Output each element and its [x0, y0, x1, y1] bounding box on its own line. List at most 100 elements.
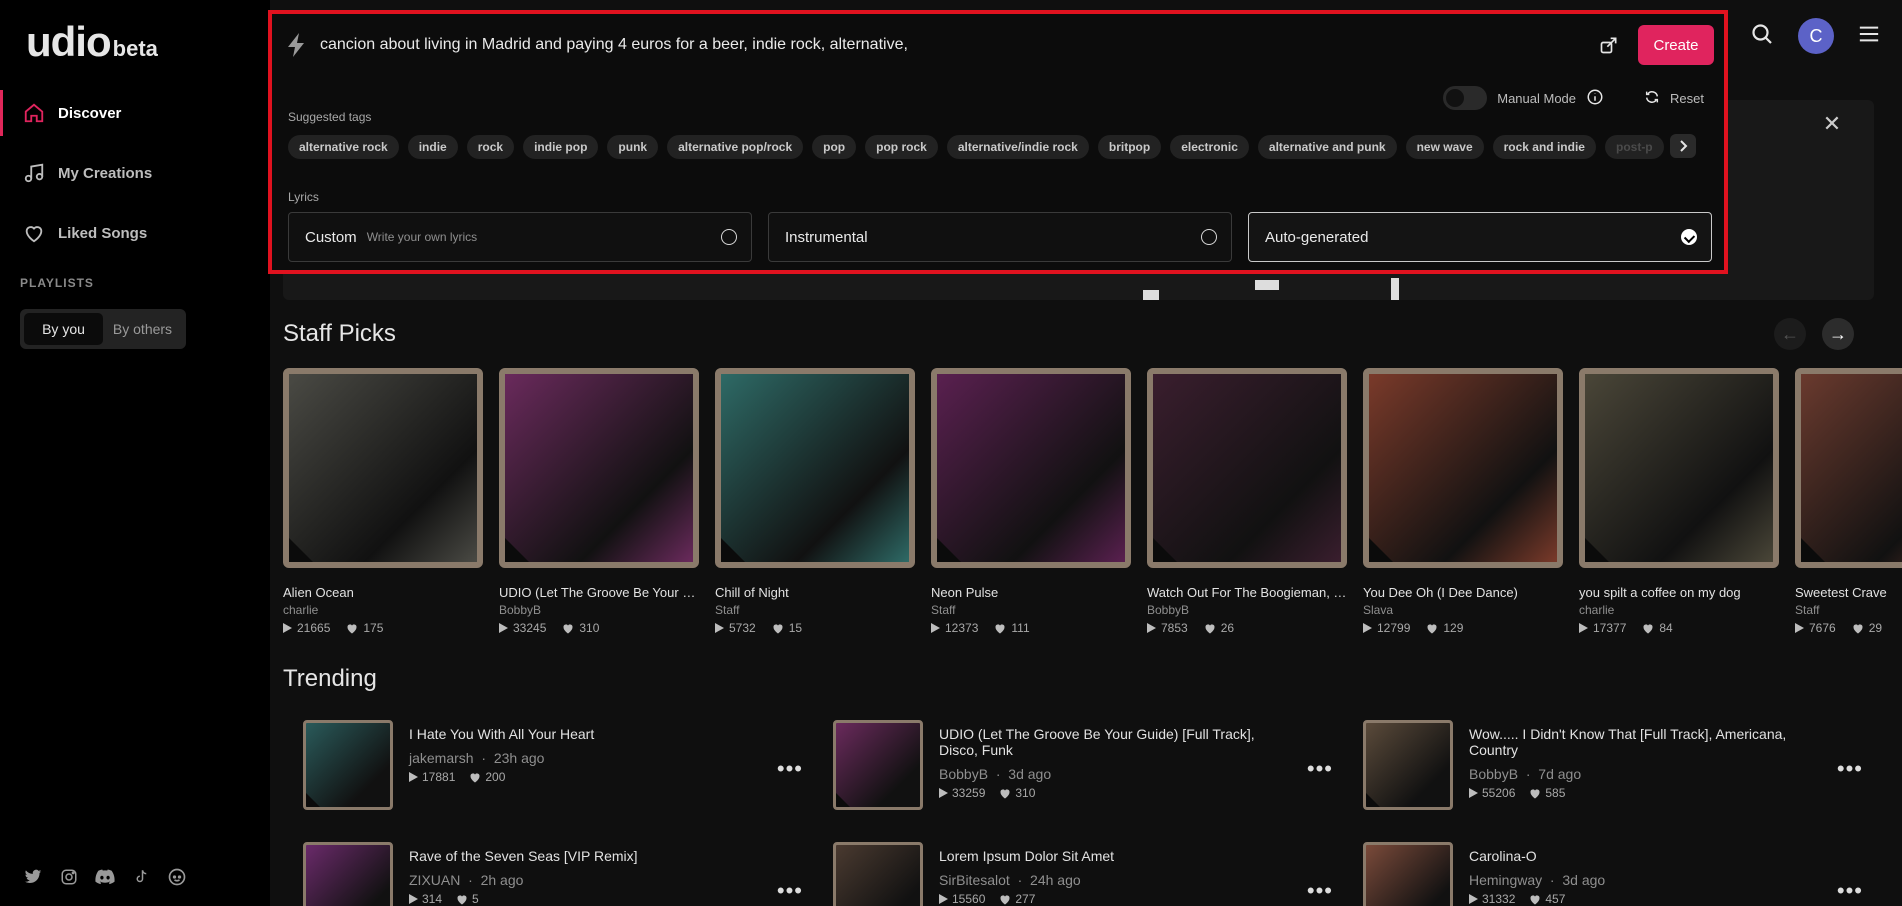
cover-art[interactable]: [931, 368, 1131, 568]
song-title[interactable]: Lorem Ipsum Dolor Sit Amet: [939, 848, 1269, 864]
reddit-icon[interactable]: [166, 866, 188, 888]
song-title[interactable]: Rave of the Seven Seas [VIP Remix]: [409, 848, 739, 864]
song-title[interactable]: you spilt a coffee on my dog: [1579, 585, 1779, 600]
trending-row[interactable]: Wow..... I Didn't Know That [Full Track]…: [1363, 720, 1863, 810]
song-title[interactable]: You Dee Oh (I Dee Dance): [1363, 585, 1563, 600]
more-options-icon[interactable]: •••: [1837, 878, 1863, 904]
more-options-icon[interactable]: •••: [777, 878, 803, 904]
chevron-right-icon[interactable]: [1670, 134, 1696, 158]
song-card[interactable]: Alien Ocean charlie 21665 175: [283, 368, 483, 635]
lyrics-option-auto-generated[interactable]: Auto-generated: [1248, 212, 1712, 262]
song-title[interactable]: Sweetest Crave: [1795, 585, 1902, 600]
tag-chip[interactable]: indie: [407, 135, 458, 159]
artist-name[interactable]: BobbyB: [939, 766, 988, 782]
cover-art[interactable]: [1363, 368, 1563, 568]
filter-by-others[interactable]: By others: [103, 313, 182, 345]
sidebar-item-liked-songs[interactable]: Liked Songs: [0, 210, 268, 256]
avatar[interactable]: C: [1798, 18, 1834, 54]
udio-logo[interactable]: udio beta: [26, 18, 158, 66]
tag-chip[interactable]: rock and indie: [1492, 135, 1596, 159]
manual-mode-toggle[interactable]: [1443, 86, 1488, 110]
share-icon[interactable]: [1596, 32, 1622, 58]
artist-name[interactable]: Slava: [1363, 603, 1563, 617]
more-options-icon[interactable]: •••: [777, 756, 803, 782]
tag-chip[interactable]: alternative rock: [288, 135, 399, 159]
song-title[interactable]: Watch Out For The Boogieman, Boogieman: [1147, 585, 1347, 600]
close-icon[interactable]: ✕: [1820, 112, 1844, 136]
song-card[interactable]: Watch Out For The Boogieman, Boogieman Bo…: [1147, 368, 1347, 635]
trending-row[interactable]: Lorem Ipsum Dolor Sit Amet SirBitesalot ·…: [833, 842, 1333, 906]
song-title[interactable]: UDIO (Let The Groove Be Your Guide) [Ful…: [939, 726, 1269, 758]
song-card[interactable]: You Dee Oh (I Dee Dance) Slava 12799 129: [1363, 368, 1563, 635]
artist-name[interactable]: Staff: [1795, 603, 1902, 617]
tag-chip[interactable]: pop rock: [865, 135, 938, 159]
artist-name[interactable]: Hemingway: [1469, 872, 1542, 888]
sidebar-item-my-creations[interactable]: My Creations: [0, 150, 268, 196]
song-title[interactable]: Carolina-O: [1469, 848, 1799, 864]
trending-row[interactable]: UDIO (Let The Groove Be Your Guide) [Ful…: [833, 720, 1333, 810]
artist-name[interactable]: BobbyB: [1147, 603, 1347, 617]
tag-chip[interactable]: new wave: [1405, 135, 1484, 159]
menu-icon[interactable]: [1858, 24, 1880, 49]
arrow-right-icon[interactable]: →: [1822, 318, 1854, 350]
twitter-icon[interactable]: [22, 866, 44, 888]
artist-name[interactable]: charlie: [283, 603, 483, 617]
tag-chip[interactable]: alternative/indie rock: [946, 135, 1089, 159]
cover-art[interactable]: [1363, 842, 1453, 906]
cover-art[interactable]: [303, 720, 393, 810]
cover-art[interactable]: [833, 720, 923, 810]
artist-name[interactable]: BobbyB: [1469, 766, 1518, 782]
radio-button[interactable]: [1201, 229, 1217, 245]
song-card[interactable]: you spilt a coffee on my dog charlie 17377…: [1579, 368, 1779, 635]
sidebar-item-discover[interactable]: Discover: [0, 90, 268, 136]
cover-art[interactable]: [1795, 368, 1902, 568]
tag-chip[interactable]: electronic: [1170, 135, 1249, 159]
tag-chip[interactable]: rock: [466, 135, 515, 159]
song-card[interactable]: Neon Pulse Staff 12373 111: [931, 368, 1131, 635]
trending-row[interactable]: I Hate You With All Your Heart jakemarsh …: [303, 720, 803, 810]
song-title[interactable]: UDIO (Let The Groove Be Your Guide): [499, 585, 699, 600]
more-options-icon[interactable]: •••: [1837, 756, 1863, 782]
prompt-input[interactable]: cancion about living in Madrid and payin…: [320, 36, 1596, 54]
filter-by-you[interactable]: By you: [24, 313, 103, 345]
song-card[interactable]: Sweetest Crave Staff 7676 29: [1795, 368, 1902, 635]
song-title[interactable]: Chill of Night: [715, 585, 915, 600]
cover-art[interactable]: [833, 842, 923, 906]
info-icon[interactable]: [1586, 88, 1604, 109]
song-card[interactable]: UDIO (Let The Groove Be Your Guide) Bobby…: [499, 368, 699, 635]
song-title[interactable]: Alien Ocean: [283, 585, 483, 600]
artist-name[interactable]: BobbyB: [499, 603, 699, 617]
lyrics-option-instrumental[interactable]: Instrumental: [768, 212, 1232, 262]
cover-art[interactable]: [499, 368, 699, 568]
radio-button[interactable]: [721, 229, 737, 245]
lyrics-option-custom[interactable]: Custom Write your own lyrics: [288, 212, 752, 262]
create-button[interactable]: Create: [1638, 25, 1714, 65]
artist-name[interactable]: Staff: [715, 603, 915, 617]
tag-chip[interactable]: britpop: [1097, 135, 1162, 159]
song-card[interactable]: Chill of Night Staff 5732 15: [715, 368, 915, 635]
artist-name[interactable]: jakemarsh: [409, 750, 474, 766]
artist-name[interactable]: charlie: [1579, 603, 1779, 617]
cover-art[interactable]: [1579, 368, 1779, 568]
song-title[interactable]: I Hate You With All Your Heart: [409, 726, 739, 742]
cover-art[interactable]: [303, 842, 393, 906]
tiktok-icon[interactable]: [130, 866, 152, 888]
tag-chip[interactable]: alternative and punk: [1257, 135, 1397, 159]
arrow-left-icon[interactable]: ←: [1774, 318, 1806, 350]
cover-art[interactable]: [1147, 368, 1347, 568]
cover-art[interactable]: [283, 368, 483, 568]
cover-art[interactable]: [1363, 720, 1453, 810]
trending-row[interactable]: Rave of the Seven Seas [VIP Remix] ZIXUAN…: [303, 842, 803, 906]
artist-name[interactable]: ZIXUAN: [409, 872, 460, 888]
radio-button-checked[interactable]: [1681, 229, 1697, 245]
artist-name[interactable]: Staff: [931, 603, 1131, 617]
trending-row[interactable]: Carolina-O Hemingway · 3d ago 31332 457 •••: [1363, 842, 1863, 906]
discord-icon[interactable]: [94, 866, 116, 888]
refresh-icon[interactable]: [1644, 89, 1660, 108]
instagram-icon[interactable]: [58, 866, 80, 888]
more-options-icon[interactable]: •••: [1307, 756, 1333, 782]
more-options-icon[interactable]: •••: [1307, 878, 1333, 904]
tag-chip[interactable]: pop: [812, 135, 857, 159]
tag-chip[interactable]: alternative pop/rock: [667, 135, 804, 159]
artist-name[interactable]: SirBitesalot: [939, 872, 1010, 888]
